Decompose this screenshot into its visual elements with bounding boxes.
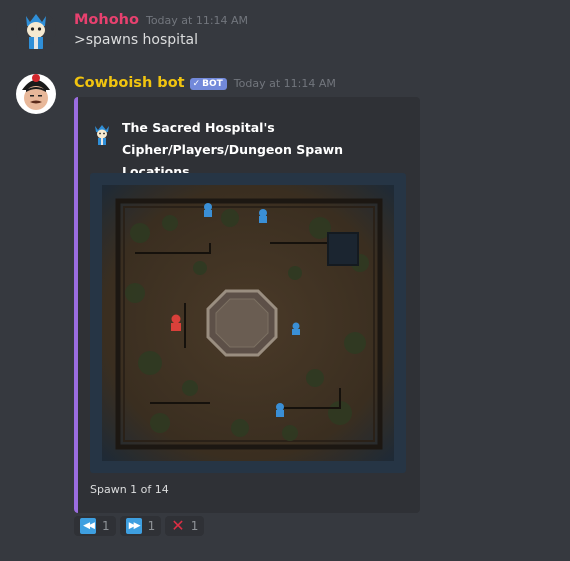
message-timestamp: Today at 11:14 AM [145, 14, 249, 27]
bot-badge-label: BOT [202, 79, 223, 89]
message-content: >spawns hospital [74, 32, 199, 48]
reactions-bar: ◀◀ 1 ▶▶ 1 ✕ 1 [74, 516, 205, 536]
user-avatar[interactable] [16, 10, 56, 50]
embed-author-icon [92, 124, 112, 146]
fast-forward-icon: ▶▶ [125, 518, 142, 534]
bot-badge: ✓ BOT [189, 78, 227, 90]
message-timestamp: Today at 11:14 AM [233, 77, 336, 90]
embed-accent-bar [74, 97, 78, 513]
author-name[interactable]: Cowboish bot [74, 75, 185, 91]
message-cowboish-bot: Cowboish bot ✓ BOT Today at 11:14 AM The… [0, 64, 570, 561]
embed-title-line-1: The Sacred Hospital's [122, 120, 275, 135]
rewind-icon: ◀◀ [80, 518, 96, 534]
reaction-count: 1 [147, 519, 156, 533]
embed-map-image[interactable] [90, 173, 406, 473]
reaction-rewind[interactable]: ◀◀ 1 [74, 516, 116, 536]
message-mohoho: Mohoho Today at 11:14 AM >spawns hospita… [0, 0, 570, 64]
cross-mark-icon: ✕ [171, 516, 185, 535]
reaction-count: 1 [102, 519, 110, 533]
embed-card: The Sacred Hospital's Cipher/Players/Dun… [74, 97, 420, 513]
reaction-fast-forward[interactable]: ▶▶ 1 [119, 516, 162, 536]
reaction-cross-mark[interactable]: ✕ 1 [165, 516, 205, 536]
embed-footer: Spawn 1 of 14 [90, 483, 169, 496]
bot-avatar[interactable] [16, 74, 56, 114]
reaction-count: 1 [190, 519, 199, 533]
verified-check-icon: ✓ [192, 79, 201, 89]
author-name[interactable]: Mohoho [74, 12, 139, 28]
